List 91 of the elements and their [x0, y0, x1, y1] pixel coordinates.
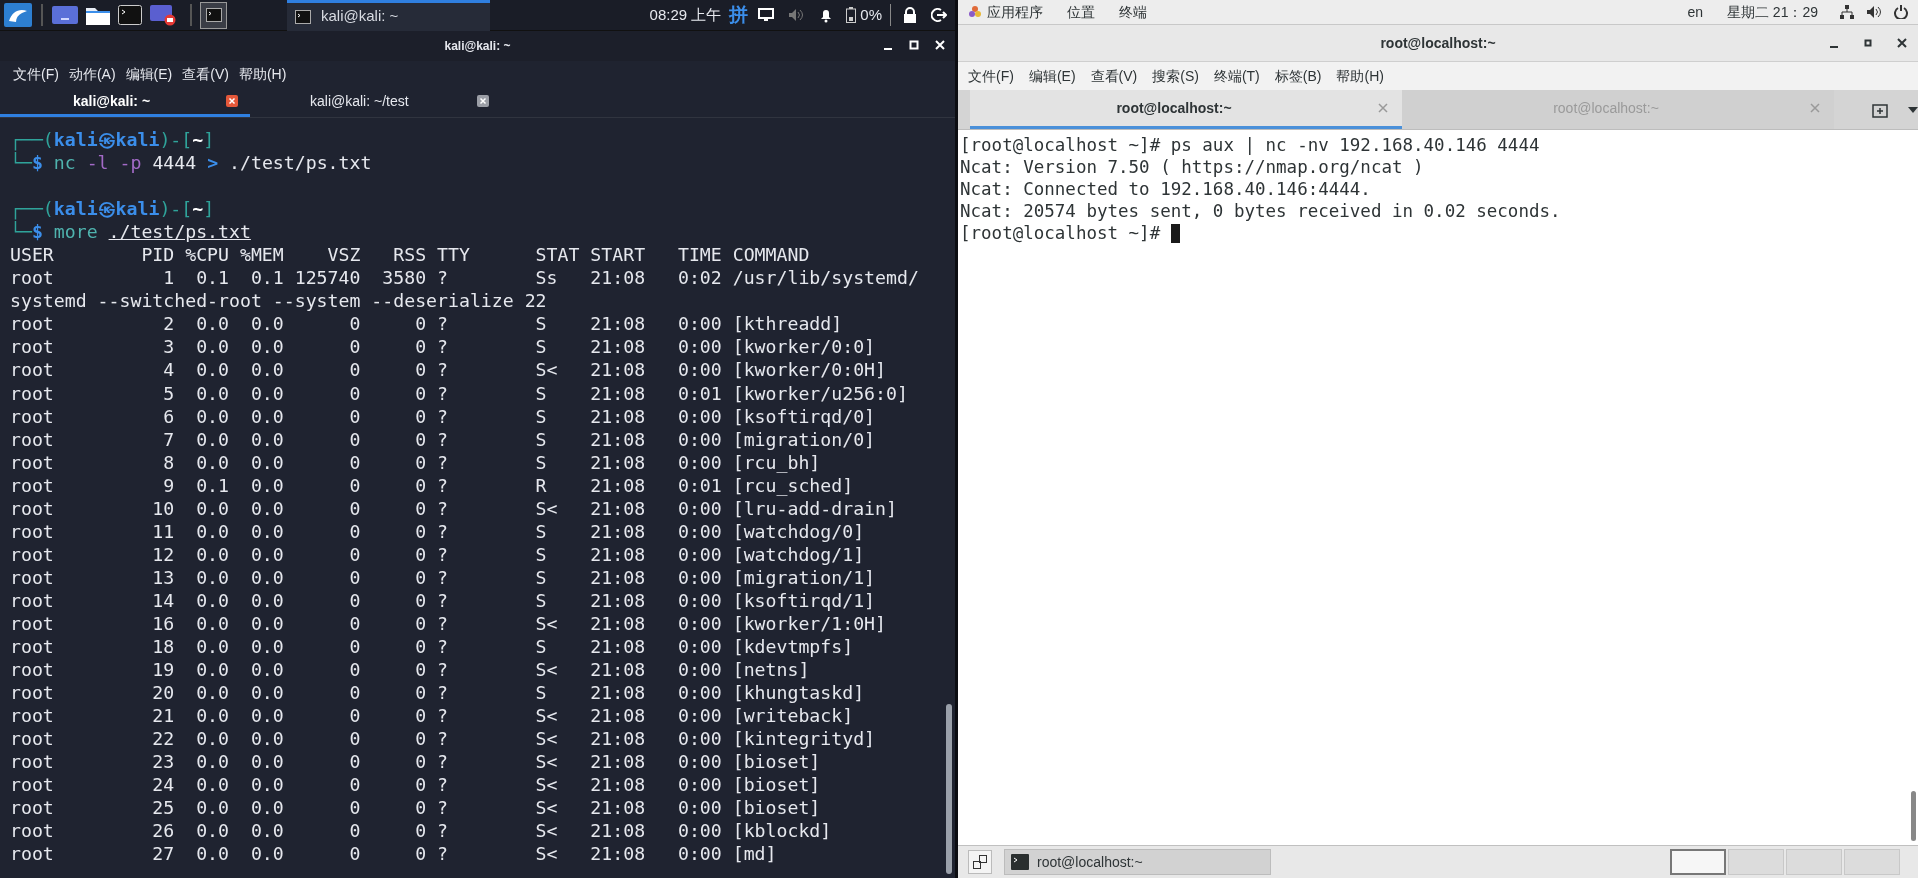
terminal-line: root 8 0.0 0.0 0 0 ? S 21:08 0:00 [rcu_bh]: [10, 450, 821, 474]
maximize-icon[interactable]: [1862, 37, 1874, 49]
close-icon[interactable]: [226, 95, 238, 107]
menu-item[interactable]: 终端: [1119, 1, 1147, 23]
window-title: root@localhost:~: [1380, 33, 1496, 53]
new-tab-icon[interactable]: [1872, 101, 1888, 118]
terminal-line: ┌──(kali㉿kali)-[~]: [10, 197, 215, 221]
menu-item[interactable]: 查看(V): [1090, 65, 1138, 87]
terminal-line: root 25 0.0 0.0 0 0 ? S< 21:08 0:00 [bioset]: [10, 796, 821, 820]
terminal-line: └─$ nc -l -p 4444 > ./test/ps.txt: [10, 151, 372, 175]
terminal-line: root 5 0.0 0.0 0 0 ? S 21:08 0:01 [kworker/u256:0]: [10, 381, 908, 405]
scrollbar[interactable]: [946, 704, 952, 874]
terminal-line: root 18 0.0 0.0 0 0 ? S 21:08 0:00 [kdevtmpfs]: [10, 635, 854, 659]
close-icon[interactable]: [477, 95, 489, 107]
dropdown-caret-icon[interactable]: [1908, 106, 1918, 113]
terminal-line: root 9 0.1 0.0 0 0 ? R 21:08 0:01 [rcu_sched]: [10, 473, 854, 497]
terminal-line: root 16 0.0 0.0 0 0 ? S< 21:08 0:00 [kworker/1:0H]: [10, 612, 886, 636]
menu-item[interactable]: 编辑(E): [1028, 65, 1076, 87]
terminal-line: root 13 0.0 0.0 0 0 ? S 21:08 0:00 [migration/1]: [10, 565, 876, 589]
terminal-line: root 1 0.1 0.1 125740 3580 ? Ss 21:08 0:02 /usr/lib/systemd/: [10, 266, 919, 290]
terminal-line: [root@localhost ~]#: [960, 222, 1180, 244]
terminal-icon: [205, 8, 222, 22]
workspace-button[interactable]: [1670, 849, 1726, 875]
close-icon[interactable]: [933, 38, 947, 52]
menu-item[interactable]: 应用程序: [987, 1, 1043, 23]
apps-icon[interactable]: [968, 5, 982, 19]
workspace-icon[interactable]: [52, 5, 78, 25]
terminal-line: [root@localhost ~]# ps aux | nc -nv 192.168.40.146 4444: [960, 134, 1540, 156]
menu-item[interactable]: 位置: [1067, 1, 1095, 23]
menu-item[interactable]: 标签(B): [1274, 65, 1322, 87]
terminal-line: root 14 0.0 0.0 0 0 ? S 21:08 0:00 [ksoftirqd/1]: [10, 588, 876, 612]
menu-item[interactable]: 编辑(E): [124, 64, 174, 85]
menu-item[interactable]: 帮助(H): [237, 64, 288, 85]
menu-item[interactable]: 文件(F): [12, 64, 60, 85]
terminal-line: root 6 0.0 0.0 0 0 ? S 21:08 0:00 [ksoftirqd/0]: [10, 404, 876, 428]
terminal-icon: [295, 9, 311, 24]
terminal-line: Ncat: Version 7.50 ( https://nmap.org/ncat ): [960, 156, 1424, 178]
window-switcher-button[interactable]: [200, 1, 227, 29]
tab[interactable]: kali@kali: ~/test: [250, 88, 495, 117]
terminal-line: root 12 0.0 0.0 0 0 ? S 21:08 0:00 [watchdog/1]: [10, 542, 865, 566]
menu-item[interactable]: 帮助(H): [1336, 65, 1384, 87]
clock[interactable]: 星期二 21：29: [1726, 1, 1818, 23]
terminal-line: root 19 0.0 0.0 0 0 ? S< 21:08 0:00 [netns]: [10, 658, 810, 682]
menu-item[interactable]: 文件(F): [968, 65, 1014, 87]
volume-icon[interactable]: [1866, 5, 1882, 19]
terminal-line: systemd --switched-root --system --deserialize 22: [10, 289, 547, 313]
terminal-line: Ncat: Connected to 192.168.40.146:4444.: [960, 178, 1371, 200]
menu-item[interactable]: 搜索(S): [1152, 65, 1199, 87]
terminal-line: ┌──(kali㉿kali)-[~]: [10, 128, 215, 151]
keyboard-layout[interactable]: en: [1687, 1, 1703, 23]
display-icon[interactable]: [758, 7, 775, 23]
terminal-line: root 23 0.0 0.0 0 0 ? S< 21:08 0:00 [bioset]: [10, 750, 821, 774]
window-title: kali@kali: ~: [444, 38, 511, 55]
terminal-line: root 20 0.0 0.0 0 0 ? S 21:08 0:00 [khungtaskd]: [10, 681, 865, 705]
terminal-line: root 26 0.0 0.0 0 0 ? S< 21:08 0:00 [kblockd]: [10, 819, 832, 843]
maximize-icon[interactable]: [907, 38, 921, 52]
terminal-line: USER PID %CPU %MEM VSZ RSS TTY STAT START TIME COMMAND: [10, 243, 810, 267]
terminal-icon: [1011, 854, 1029, 870]
battery-level: 0%: [860, 4, 882, 25]
lock-icon[interactable]: [903, 7, 917, 23]
terminal-line: root 27 0.0 0.0 0 0 ? S< 21:08 0:00 [md]: [10, 842, 777, 866]
folder-icon[interactable]: [86, 5, 110, 25]
terminal-line: root 24 0.0 0.0 0 0 ? S< 21:08 0:00 [bioset]: [10, 773, 821, 797]
terminal-line: root 21 0.0 0.0 0 0 ? S< 21:08 0:00 [writeback]: [10, 704, 854, 728]
clock: 08:29 上午: [649, 4, 722, 25]
terminal-line: root 10 0.0 0.0 0 0 ? S< 21:08 0:00 [lru-add-drain]: [10, 496, 897, 520]
scrollbar[interactable]: [1911, 791, 1916, 841]
power-icon[interactable]: [1894, 5, 1908, 19]
network-icon[interactable]: [1840, 5, 1854, 19]
input-method-indicator[interactable]: 拼: [729, 0, 749, 30]
terminal-line: root 11 0.0 0.0 0 0 ? S 21:08 0:00 [watchdog/0]: [10, 519, 865, 543]
logout-icon[interactable]: [931, 7, 947, 23]
menu-item[interactable]: 终端(T): [1213, 65, 1260, 87]
screen-recorder-icon[interactable]: [150, 4, 176, 26]
taskbar-button[interactable]: root@localhost:~: [1004, 849, 1271, 875]
terminal-line: root 7 0.0 0.0 0 0 ? S 21:08 0:00 [migration/0]: [10, 427, 876, 451]
menu-item[interactable]: 动作(A): [67, 64, 117, 85]
terminal-line: root 2 0.0 0.0 0 0 ? S 21:08 0:00 [kthreadd]: [10, 312, 843, 336]
menu-item[interactable]: 查看(V): [181, 64, 230, 85]
terminal-line: root 3 0.0 0.0 0 0 ? S 21:08 0:00 [kworker/0:0]: [10, 335, 876, 359]
terminal-icon[interactable]: [118, 5, 142, 25]
terminal-line: Ncat: 20574 bytes sent, 0 bytes received in 0.02 seconds.: [960, 200, 1561, 222]
battery-icon[interactable]: [846, 7, 857, 23]
terminal-line: root 22 0.0 0.0 0 0 ? S< 21:08 0:00 [kintegrityd]: [10, 727, 876, 751]
window-list-icon[interactable]: [968, 850, 992, 874]
tab[interactable]: root@localhost:~: [970, 90, 1402, 129]
tab[interactable]: kali@kali: ~: [0, 88, 250, 117]
taskbar-button[interactable]: kali@kali: ~: [287, 0, 490, 31]
terminal-line: └─$ more ./test/ps.txt: [10, 220, 251, 244]
terminal-line: root 4 0.0 0.0 0 0 ? S< 21:08 0:00 [kworker/0:0H]: [10, 358, 886, 382]
close-icon[interactable]: [1896, 37, 1908, 49]
